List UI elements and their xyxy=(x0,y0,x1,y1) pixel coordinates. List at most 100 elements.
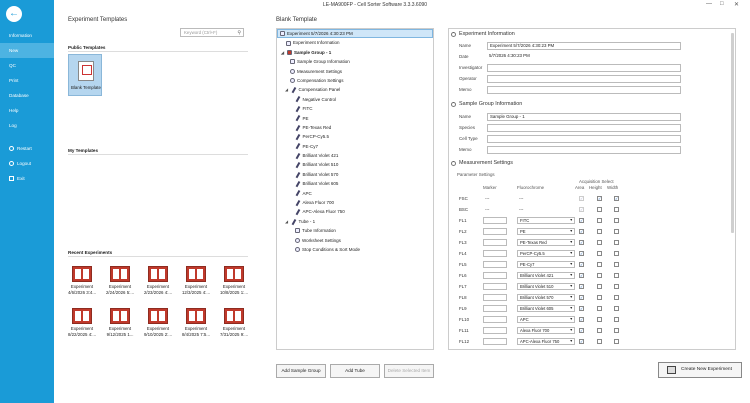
height-checkbox[interactable] xyxy=(597,317,602,322)
area-checkbox[interactable]: ✓ xyxy=(579,317,584,322)
height-checkbox[interactable] xyxy=(597,240,602,245)
tree-node-comp-tube[interactable]: PE-Texas Red xyxy=(277,123,433,132)
height-checkbox[interactable] xyxy=(597,207,602,212)
recent-experiment-item[interactable]: Experiment 4/6/2026 3:4... xyxy=(66,266,98,295)
tree-node-comp-tube[interactable]: Brilliant Violet 421 xyxy=(277,151,433,160)
species-field[interactable] xyxy=(487,124,681,132)
fluorochrome-select[interactable]: PE-Texas Red ▼ xyxy=(517,239,575,246)
tree-node-tube-info[interactable]: Tube Information xyxy=(277,226,433,235)
tree-node-sample-group-info[interactable]: Sample Group Information xyxy=(277,57,433,66)
collapse-icon[interactable]: ◢ xyxy=(285,217,289,226)
height-checkbox[interactable] xyxy=(597,306,602,311)
tree-node-comp-tube[interactable]: APC-Alexa Fluor 750 xyxy=(277,207,433,216)
width-checkbox[interactable] xyxy=(614,328,619,333)
fluorochrome-select[interactable]: Brilliant Violet 421 ▼ xyxy=(517,272,575,279)
tree-node-compensation-panel[interactable]: ◢ Compensation Panel xyxy=(277,85,433,94)
width-checkbox[interactable] xyxy=(614,295,619,300)
width-checkbox[interactable] xyxy=(614,273,619,278)
recent-experiment-item[interactable]: Experiment 9/12/2025 1... xyxy=(104,308,136,337)
marker-input[interactable] xyxy=(483,294,507,301)
tree-node-sample-group[interactable]: ◢ Sample Group - 1 xyxy=(277,48,433,57)
create-new-experiment-button[interactable]: Create New Experiment xyxy=(658,362,742,378)
blank-template-card[interactable]: Blank Template xyxy=(68,54,102,96)
sidebar-item-restart[interactable]: Restart xyxy=(0,140,54,155)
fluorochrome-select[interactable]: Brilliant Violet 510 ▼ xyxy=(517,283,575,290)
width-checkbox[interactable] xyxy=(614,284,619,289)
tree-node-comp-tube[interactable]: Brilliant Violet 570 xyxy=(277,170,433,179)
width-checkbox[interactable] xyxy=(614,339,619,344)
fluorochrome-select[interactable]: Brilliant Violet 570 ▼ xyxy=(517,294,575,301)
sidebar-item-new[interactable]: New xyxy=(0,43,54,58)
marker-input[interactable] xyxy=(483,261,507,268)
area-checkbox[interactable]: ✓ xyxy=(579,328,584,333)
operator-field[interactable] xyxy=(487,75,681,83)
recent-experiment-item[interactable]: Experiment 12/3/2025 4:... xyxy=(180,266,212,295)
close-icon[interactable]: ✕ xyxy=(734,1,739,8)
experiment-memo-field[interactable] xyxy=(487,86,681,94)
tree-node-comp-tube[interactable]: PerCP-Cy5.5 xyxy=(277,132,433,141)
width-checkbox[interactable] xyxy=(614,229,619,234)
recent-experiment-item[interactable]: Experiment 7/31/2025 9:... xyxy=(218,308,250,337)
minimize-icon[interactable]: — xyxy=(706,1,712,7)
marker-input[interactable] xyxy=(483,305,507,312)
height-checkbox[interactable]: ✓ xyxy=(597,196,602,201)
sidebar-item-print[interactable]: Print xyxy=(0,73,54,88)
sidebar-item-information[interactable]: Information xyxy=(0,28,54,43)
tree-node-stop-conditions[interactable]: Stop Conditions & Sort Mode xyxy=(277,245,433,254)
tree-node-compensation-settings[interactable]: Compensation Settings xyxy=(277,76,433,85)
recent-experiment-item[interactable]: Experiment 8/22/2025 4:... xyxy=(66,308,98,337)
marker-input[interactable] xyxy=(483,283,507,290)
area-checkbox[interactable]: ✓ xyxy=(579,284,584,289)
area-checkbox[interactable]: ✓ xyxy=(579,240,584,245)
marker-input[interactable] xyxy=(483,316,507,323)
marker-input[interactable] xyxy=(483,217,507,224)
fluorochrome-select[interactable]: FITC ▼ xyxy=(517,217,575,224)
sidebar-item-logout[interactable]: Logout xyxy=(0,155,54,170)
recent-experiment-item[interactable]: Experiment 9/10/2025 2:... xyxy=(142,308,174,337)
properties-scrollbar[interactable] xyxy=(731,33,734,233)
tree-node-comp-tube[interactable]: Alexa Fluor 700 xyxy=(277,198,433,207)
tree-node-comp-tube[interactable]: PE xyxy=(277,114,433,123)
experiment-info-section[interactable]: ˆ Experiment Information xyxy=(451,31,515,37)
area-checkbox[interactable]: ✓ xyxy=(579,218,584,223)
marker-input[interactable] xyxy=(483,338,507,345)
collapse-icon[interactable]: ◢ xyxy=(285,85,289,94)
fluorochrome-select[interactable]: PE-Cy7 ▼ xyxy=(517,261,575,268)
investigator-field[interactable] xyxy=(487,64,681,72)
sidebar-item-exit[interactable]: Exit xyxy=(0,170,54,185)
width-checkbox[interactable] xyxy=(614,306,619,311)
sidebar-item-help[interactable]: Help xyxy=(0,103,54,118)
tree-node-measurement-settings[interactable]: Measurement Settings xyxy=(277,67,433,76)
recent-experiment-item[interactable]: Experiment 2/23/2026 4:... xyxy=(142,266,174,295)
width-checkbox[interactable] xyxy=(614,240,619,245)
marker-input[interactable] xyxy=(483,239,507,246)
sidebar-item-database[interactable]: Database xyxy=(0,88,54,103)
collapse-icon[interactable]: ◢ xyxy=(281,48,285,57)
tree-node-experiment-info[interactable]: Experiment Information xyxy=(277,38,433,47)
tree-node-comp-tube[interactable]: PE-Cy7 xyxy=(277,142,433,151)
width-checkbox[interactable] xyxy=(614,251,619,256)
area-checkbox[interactable]: ✓ xyxy=(579,262,584,267)
sample-group-info-section[interactable]: ˆ Sample Group Information xyxy=(451,101,522,107)
collapse-icon[interactable]: ˆ xyxy=(451,101,456,107)
height-checkbox[interactable] xyxy=(597,284,602,289)
tree-node-comp-tube[interactable]: Negative Control xyxy=(277,95,433,104)
fluorochrome-select[interactable]: PE ▼ xyxy=(517,228,575,235)
fluorochrome-select[interactable]: Brilliant Violet 605 ▼ xyxy=(517,305,575,312)
add-tube-button[interactable]: Add Tube xyxy=(330,364,380,378)
width-checkbox[interactable] xyxy=(614,207,619,212)
height-checkbox[interactable] xyxy=(597,339,602,344)
delete-selected-item-button[interactable]: Delete Selected Item xyxy=(384,364,434,378)
add-sample-group-button[interactable]: Add Sample Group xyxy=(276,364,326,378)
sample-group-memo-field[interactable] xyxy=(487,146,681,154)
marker-input[interactable] xyxy=(483,228,507,235)
maximize-icon[interactable]: □ xyxy=(720,1,724,7)
tree-node-comp-tube[interactable]: APC xyxy=(277,189,433,198)
sidebar-item-log[interactable]: Log xyxy=(0,118,54,133)
tree-node-worksheet-settings[interactable]: Worksheet Settings xyxy=(277,236,433,245)
area-checkbox[interactable]: ✓ xyxy=(579,295,584,300)
height-checkbox[interactable] xyxy=(597,251,602,256)
area-checkbox[interactable]: ✓ xyxy=(579,229,584,234)
back-arrow-icon[interactable]: ← xyxy=(6,6,22,22)
tree-node-comp-tube[interactable]: Brilliant Violet 605 xyxy=(277,179,433,188)
